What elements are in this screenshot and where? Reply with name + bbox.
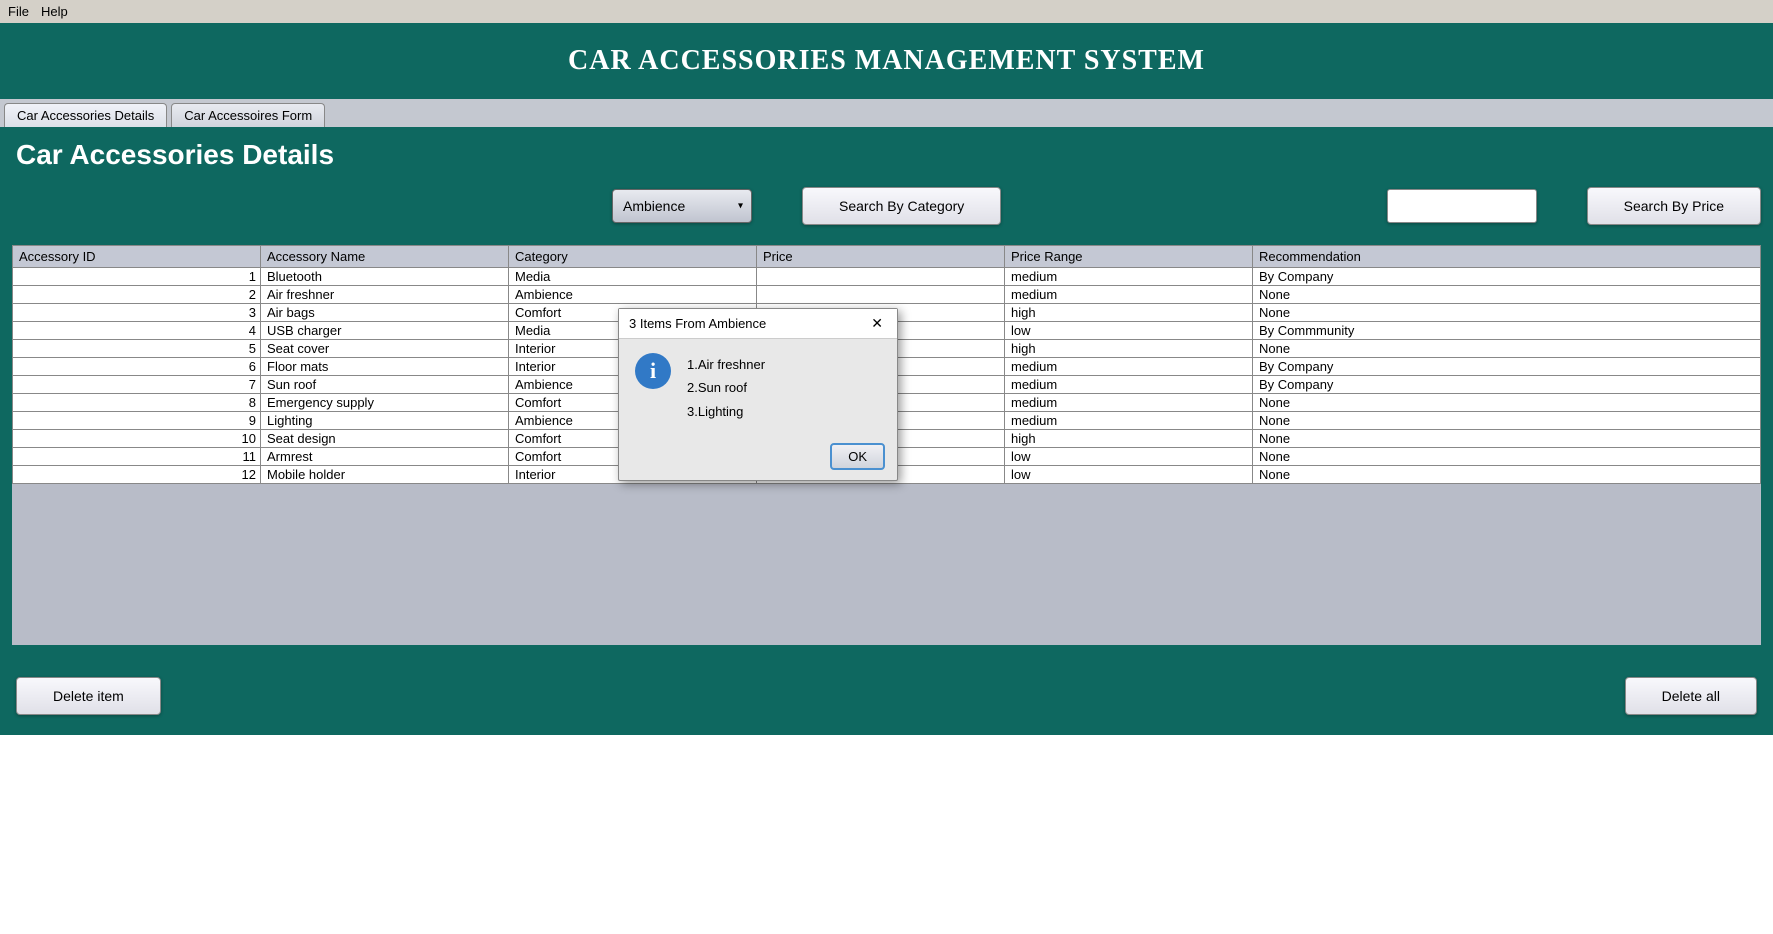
- table-cell: Air bags: [261, 304, 509, 322]
- table-cell: Air freshner: [261, 286, 509, 304]
- col-header[interactable]: Accessory ID: [13, 246, 261, 268]
- bottom-bar: Delete item Delete all: [0, 657, 1773, 735]
- table-cell: None: [1253, 466, 1761, 484]
- table-cell: medium: [1005, 268, 1253, 286]
- table-cell: high: [1005, 340, 1253, 358]
- menu-file[interactable]: File: [8, 4, 29, 19]
- table-cell: None: [1253, 430, 1761, 448]
- dialog-title-text: 3 Items From Ambience: [629, 316, 766, 331]
- table-cell: Floor mats: [261, 358, 509, 376]
- table-cell: By Company: [1253, 268, 1761, 286]
- table-cell: Media: [509, 268, 757, 286]
- table-cell: 4: [13, 322, 261, 340]
- table-cell: By Commmunity: [1253, 322, 1761, 340]
- table-cell: None: [1253, 412, 1761, 430]
- dialog-item: 1.Air freshner: [687, 353, 765, 376]
- search-price-button[interactable]: Search By Price: [1587, 187, 1761, 225]
- table-row[interactable]: 1BluetoothMedia mediumBy Company: [13, 268, 1761, 286]
- table-cell: low: [1005, 448, 1253, 466]
- table-cell: USB charger: [261, 322, 509, 340]
- table-cell: Sun roof: [261, 376, 509, 394]
- table-cell: 1: [13, 268, 261, 286]
- table-cell: low: [1005, 322, 1253, 340]
- table-cell: Lighting: [261, 412, 509, 430]
- table-cell: 2: [13, 286, 261, 304]
- table-cell: medium: [1005, 412, 1253, 430]
- dialog-item: 3.Lighting: [687, 400, 765, 423]
- table-cell: medium: [1005, 286, 1253, 304]
- table-cell: medium: [1005, 394, 1253, 412]
- table-cell: 9: [13, 412, 261, 430]
- search-controls: Ambience Search By Category Search By Pr…: [12, 187, 1761, 225]
- table-cell: None: [1253, 304, 1761, 322]
- table-cell: Ambience: [509, 286, 757, 304]
- table-cell: Emergency supply: [261, 394, 509, 412]
- delete-item-button[interactable]: Delete item: [16, 677, 161, 715]
- table-cell: medium: [1005, 376, 1253, 394]
- table-cell: medium: [1005, 358, 1253, 376]
- table-cell: Armrest: [261, 448, 509, 466]
- menu-help[interactable]: Help: [41, 4, 68, 19]
- tab-details[interactable]: Car Accessories Details: [4, 103, 167, 127]
- table-cell: 7: [13, 376, 261, 394]
- table-cell: Mobile holder: [261, 466, 509, 484]
- table-cell: 6: [13, 358, 261, 376]
- dialog-content: 1.Air freshner 2.Sun roof 3.Lighting: [687, 353, 765, 423]
- tab-form[interactable]: Car Accessoires Form: [171, 103, 325, 127]
- table-cell: None: [1253, 340, 1761, 358]
- col-header[interactable]: Category: [509, 246, 757, 268]
- table-cell: By Company: [1253, 376, 1761, 394]
- table-cell: [757, 286, 1005, 304]
- info-icon: i: [635, 353, 671, 389]
- dialog-item: 2.Sun roof: [687, 376, 765, 399]
- app-banner: CAR ACCESSORIES MANAGEMENT SYSTEM: [0, 23, 1773, 99]
- close-icon[interactable]: ✕: [867, 315, 887, 332]
- table-cell: Seat design: [261, 430, 509, 448]
- table-cell: high: [1005, 304, 1253, 322]
- price-input[interactable]: [1387, 189, 1537, 223]
- table-cell: None: [1253, 286, 1761, 304]
- table-cell: 3: [13, 304, 261, 322]
- message-dialog: 3 Items From Ambience ✕ i 1.Air freshner…: [618, 308, 898, 481]
- tab-bar: Car Accessories Details Car Accessoires …: [0, 99, 1773, 127]
- col-header[interactable]: Recommendation: [1253, 246, 1761, 268]
- table-cell: 11: [13, 448, 261, 466]
- page-title: Car Accessories Details: [12, 139, 1761, 171]
- table-cell: 12: [13, 466, 261, 484]
- table-cell: By Company: [1253, 358, 1761, 376]
- ok-button[interactable]: OK: [830, 443, 885, 470]
- table-cell: 8: [13, 394, 261, 412]
- search-category-button[interactable]: Search By Category: [802, 187, 1001, 225]
- table-cell: high: [1005, 430, 1253, 448]
- table-cell: 10: [13, 430, 261, 448]
- col-header[interactable]: Price Range: [1005, 246, 1253, 268]
- table-cell: [757, 268, 1005, 286]
- category-dropdown[interactable]: Ambience: [612, 189, 752, 223]
- col-header[interactable]: Accessory Name: [261, 246, 509, 268]
- dialog-titlebar: 3 Items From Ambience ✕: [619, 309, 897, 339]
- table-cell: low: [1005, 466, 1253, 484]
- menu-bar: File Help: [0, 0, 1773, 23]
- table-cell: None: [1253, 394, 1761, 412]
- delete-all-button[interactable]: Delete all: [1625, 677, 1757, 715]
- table-header-row: Accessory ID Accessory Name Category Pri…: [13, 246, 1761, 268]
- table-row[interactable]: 2Air freshnerAmbience mediumNone: [13, 286, 1761, 304]
- table-cell: None: [1253, 448, 1761, 466]
- table-cell: Bluetooth: [261, 268, 509, 286]
- table-cell: 5: [13, 340, 261, 358]
- table-cell: Seat cover: [261, 340, 509, 358]
- col-header[interactable]: Price: [757, 246, 1005, 268]
